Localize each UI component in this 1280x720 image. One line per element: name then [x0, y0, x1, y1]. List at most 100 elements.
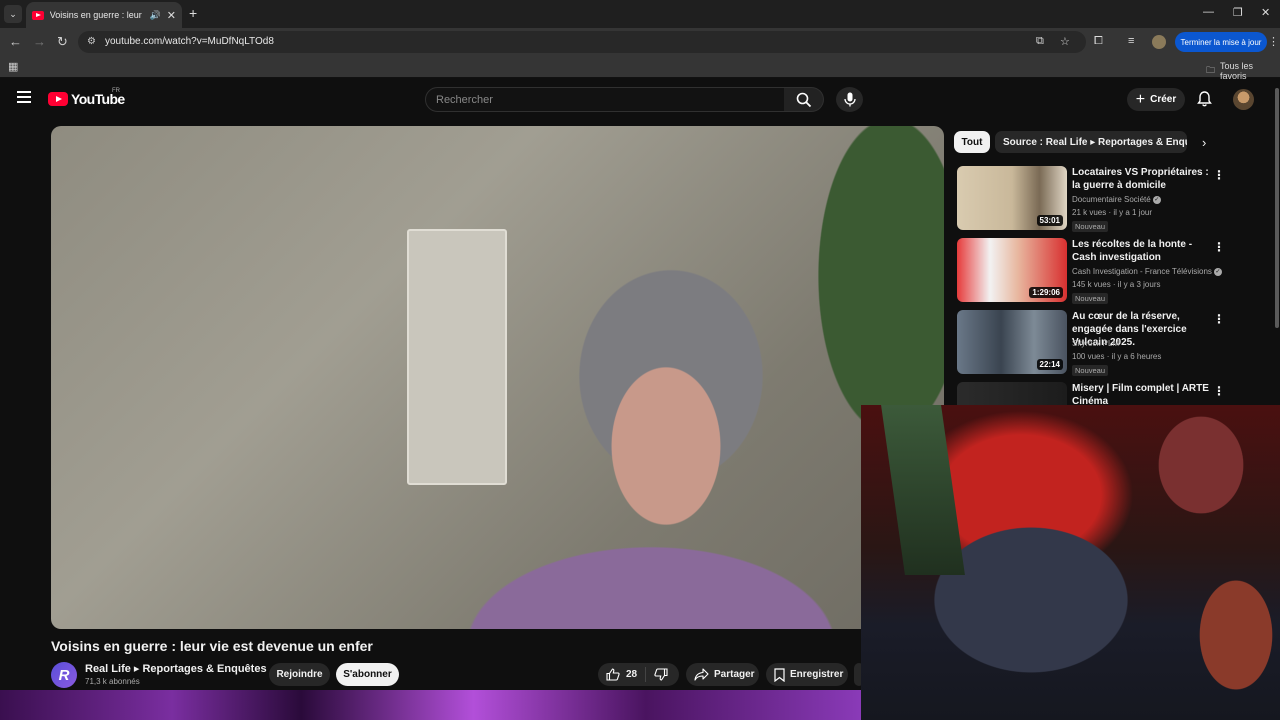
recommendation-item[interactable]: 1:29:06 Les récoltes de la honte - Cash …: [954, 238, 1234, 304]
new-badge: Nouveau: [1072, 293, 1109, 304]
browser-tab-active[interactable]: Voisins en guerre : leur vie 🔊 ✕: [26, 2, 182, 28]
all-bookmarks-label: Tous les favoris: [1220, 61, 1254, 81]
recommendation-item[interactable]: 53:01 Locataires VS Propriétaires : la g…: [954, 166, 1234, 232]
new-badge: Nouveau: [1072, 365, 1109, 376]
youtube-play-logo-icon: [48, 92, 68, 106]
microphone-icon: [843, 92, 856, 107]
save-label: Enregistrer: [790, 669, 844, 680]
maximize-icon[interactable]: ❐: [1233, 6, 1243, 19]
chip-all[interactable]: Tout: [954, 131, 990, 153]
create-button[interactable]: + Créer: [1127, 88, 1185, 111]
media-controls-icon[interactable]: ≡: [1128, 35, 1134, 47]
search-button[interactable]: [784, 87, 824, 112]
address-bar[interactable]: ⚙ youtube.com/watch?v=MuDfNqLTOd8 ⧉ ☆: [78, 31, 1086, 53]
youtube-favicon-icon: [32, 10, 44, 20]
subscriber-count: 71,3 k abonnés: [85, 677, 140, 686]
hamburger-menu-icon[interactable]: [17, 91, 31, 103]
browser-menu-icon[interactable]: ⋮: [1268, 35, 1279, 48]
join-button[interactable]: Rejoindre: [269, 663, 330, 686]
install-app-icon[interactable]: ⧉: [1036, 35, 1044, 48]
close-window-icon[interactable]: ✕: [1261, 6, 1270, 19]
like-dislike-group: 28: [598, 663, 679, 686]
video-duration: 53:01: [1036, 215, 1063, 226]
channel-name[interactable]: Real Life ▸ Reportages & Enquêtes: [85, 662, 267, 675]
browser-profile-avatar[interactable]: [1152, 35, 1166, 49]
like-button[interactable]: 28: [598, 667, 646, 682]
thumbs-down-icon: [654, 668, 668, 681]
all-bookmarks-button[interactable]: 🗀 Tous les favoris: [1206, 61, 1280, 81]
more-options-icon[interactable]: ⋮: [1213, 168, 1225, 182]
webcam-overlay: [861, 405, 1280, 720]
webcam-background-plant: [881, 405, 965, 575]
share-arrow-icon: [694, 668, 709, 681]
browser-toolbar: ← → ↻ ⚙ youtube.com/watch?v=MuDfNqLTOd8 …: [0, 28, 1280, 56]
recommendation-meta: 145 k vues · il y a 3 jours: [1072, 280, 1161, 289]
channel-label: Documentaire Société: [1072, 195, 1151, 204]
user-avatar[interactable]: [1233, 89, 1254, 110]
recommendation-item[interactable]: 22:14 Au cœur de la réserve, engagée dan…: [954, 310, 1234, 376]
forward-arrow-icon[interactable]: →: [33, 34, 46, 49]
voice-search-button[interactable]: [836, 87, 863, 112]
video-thumbnail[interactable]: 53:01: [957, 166, 1067, 230]
tab-search-chevron-icon[interactable]: ⌄: [4, 5, 22, 23]
notifications-bell-icon[interactable]: [1197, 91, 1212, 112]
recommendation-meta: 100 vues · il y a 6 heures: [1072, 352, 1162, 361]
video-thumbnail[interactable]: 1:29:06: [957, 238, 1067, 302]
page-scrollbar[interactable]: [1275, 88, 1279, 328]
recommendation-channel[interactable]: Skyrock PLM: [1072, 339, 1119, 348]
video-duration: 1:29:06: [1029, 287, 1063, 298]
video-thumbnail[interactable]: 22:14: [957, 310, 1067, 374]
video-title: Voisins en guerre : leur vie est devenue…: [51, 638, 373, 654]
search-input[interactable]: [436, 88, 784, 111]
video-frame-content: [407, 229, 507, 485]
recommendation-title[interactable]: Les récoltes de la honte - Cash investig…: [1072, 238, 1212, 264]
close-tab-icon[interactable]: ✕: [167, 9, 176, 22]
region-code: FR: [112, 88, 120, 94]
new-badge: Nouveau: [1072, 221, 1109, 232]
recommendation-title[interactable]: Locataires VS Propriétaires : la guerre …: [1072, 166, 1212, 192]
more-options-icon[interactable]: ⋮: [1213, 384, 1225, 398]
video-owner-row: R Real Life ▸ Reportages & Enquêtes 71,3…: [51, 661, 411, 689]
comments-area-overlay-image: [0, 690, 861, 720]
share-button[interactable]: Partager: [686, 663, 759, 686]
bookmark-star-icon[interactable]: ☆: [1060, 35, 1070, 48]
url-text[interactable]: youtube.com/watch?v=MuDfNqLTOd8: [105, 36, 274, 47]
more-options-icon[interactable]: ⋮: [1213, 240, 1225, 254]
youtube-logo[interactable]: YouTube FR: [48, 88, 125, 107]
folder-icon: 🗀: [1206, 65, 1216, 75]
related-filter-chips: Tout Source : Real Life ▸ Reportages & E…: [954, 131, 1254, 153]
youtube-header: YouTube FR + Créer: [0, 79, 1280, 121]
create-label: Créer: [1150, 94, 1177, 105]
channel-avatar[interactable]: R: [51, 662, 77, 688]
subscribe-button[interactable]: S'abonner: [336, 663, 399, 686]
verified-check-icon: ✓: [1213, 267, 1222, 276]
video-player[interactable]: [51, 126, 944, 629]
recommendation-channel[interactable]: Documentaire Société ✓: [1072, 195, 1161, 204]
tab-title: Voisins en guerre : leur vie: [49, 10, 144, 20]
back-arrow-icon[interactable]: ←: [9, 34, 22, 49]
like-count: 28: [626, 669, 638, 680]
minimize-icon[interactable]: —: [1203, 6, 1214, 18]
chip-source-channel[interactable]: Source : Real Life ▸ Reportages & Enquêt…: [995, 131, 1187, 153]
bookmarks-bar: ▦ 🗀 Tous les favoris: [0, 56, 1280, 81]
recommendation-channel[interactable]: Cash Investigation - France Télévisions ✓: [1072, 267, 1222, 276]
channel-label: Cash Investigation - France Télévisions: [1072, 267, 1212, 276]
search-box[interactable]: [425, 87, 785, 112]
dislike-button[interactable]: [646, 668, 668, 681]
thumbs-up-icon: [606, 668, 620, 681]
apps-grid-icon[interactable]: ▦: [8, 60, 18, 73]
verified-check-icon: ✓: [1152, 195, 1161, 204]
speaker-icon[interactable]: 🔊: [150, 10, 161, 21]
extensions-icon[interactable]: ⧠: [1094, 35, 1103, 48]
plus-icon: +: [1135, 90, 1146, 108]
browser-tab-strip: ⌄ Voisins en guerre : leur vie 🔊 ✕ + — ❐…: [0, 0, 1280, 28]
reload-icon[interactable]: ↻: [57, 34, 68, 50]
video-duration: 22:14: [1036, 359, 1063, 370]
save-to-playlist-button[interactable]: Enregistrer: [766, 663, 848, 686]
more-options-icon[interactable]: ⋮: [1213, 312, 1225, 326]
update-browser-button[interactable]: Terminer la mise à jour: [1175, 32, 1267, 52]
new-tab-plus-icon[interactable]: +: [189, 5, 197, 21]
site-info-icon[interactable]: ⚙: [87, 36, 96, 47]
chevron-right-icon[interactable]: ›: [1202, 135, 1206, 150]
recommendation-meta: 21 k vues · il y a 1 jour: [1072, 208, 1153, 217]
